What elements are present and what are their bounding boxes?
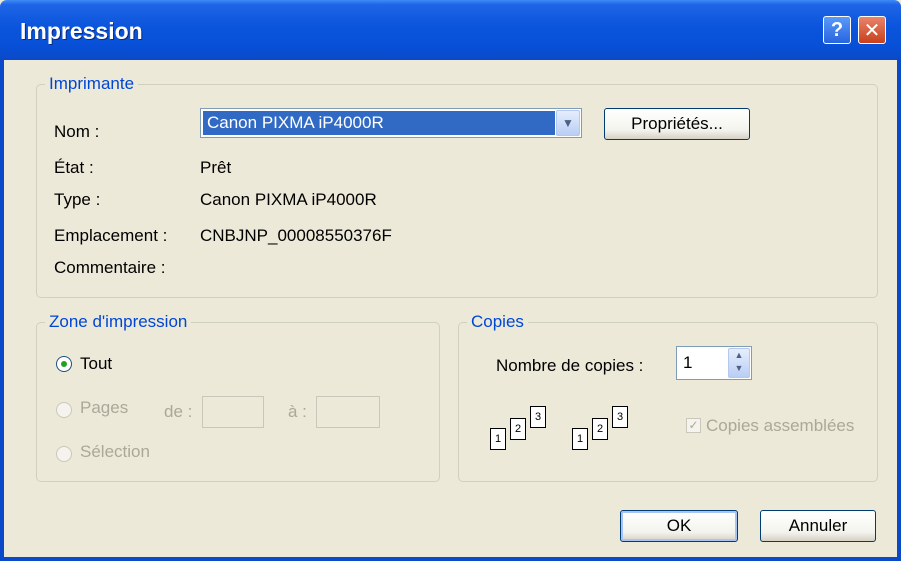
copies-legend: Copies [467,312,528,332]
radio-selection-label[interactable]: Sélection [80,442,150,462]
close-icon: ✕ [863,19,881,42]
from-page-input[interactable] [202,396,264,428]
collate-page-3: 3 [530,406,546,428]
location-value: CNBJNP_00008550376F [200,226,392,245]
type-value: Canon PIXMA iP4000R [200,190,377,209]
collate-page-2: 2 [510,418,526,440]
spinner-arrows-icon[interactable]: ▲ ▼ [728,348,750,378]
radio-all[interactable] [56,356,72,372]
window-frame-bottom [0,557,901,561]
help-button[interactable]: ? [823,16,851,44]
printer-name-value: Canon PIXMA iP4000R [203,111,555,135]
ok-button-label: OK [666,516,692,535]
properties-button-label: Propriétés... [631,114,723,133]
window-frame-right [897,60,901,561]
radio-pages[interactable] [56,402,72,418]
radio-pages-label[interactable]: Pages [80,398,128,418]
copies-count-spinner[interactable]: 1 ▲ ▼ [676,346,752,380]
from-label: de : [164,402,193,421]
copies-group: Copies [458,312,878,482]
chevron-down-icon[interactable]: ▼ [556,110,580,136]
type-label: Type : [54,190,101,209]
status-value: Prêt [200,158,232,177]
radio-all-label[interactable]: Tout [80,354,112,374]
title-bar[interactable]: Impression ? ✕ [0,0,901,60]
print-range-legend: Zone d'impression [45,312,192,332]
location-label: Emplacement : [54,226,168,245]
collate-page-2: 2 [592,418,608,440]
ok-button[interactable]: OK [620,510,738,542]
to-label: à : [288,402,307,421]
radio-selection[interactable] [56,446,72,462]
collate-label[interactable]: Copies assemblées [706,416,854,436]
collate-checkbox[interactable]: ✓ [686,418,701,433]
help-icon: ? [830,18,844,41]
radio-selected-dot [61,361,67,367]
cancel-button-label: Annuler [788,516,848,535]
copies-count-value: 1 [683,353,693,372]
copies-count-label: Nombre de copies : [496,356,644,375]
collate-page-3: 3 [612,406,628,428]
name-label: Nom : [54,122,100,141]
properties-button[interactable]: Propriétés... [604,108,750,140]
printer-group-legend: Imprimante [45,74,139,94]
printer-name-select[interactable]: Canon PIXMA iP4000R ▼ [200,108,582,138]
cancel-button[interactable]: Annuler [760,510,876,542]
collate-page-1: 1 [490,428,506,450]
comment-label: Commentaire : [54,258,166,277]
window-title: Impression [20,18,143,44]
window-frame-left [0,60,4,561]
close-button[interactable]: ✕ [858,16,886,44]
to-page-input[interactable] [316,396,380,428]
status-label: État : [54,158,94,177]
collate-page-1: 1 [572,428,588,450]
